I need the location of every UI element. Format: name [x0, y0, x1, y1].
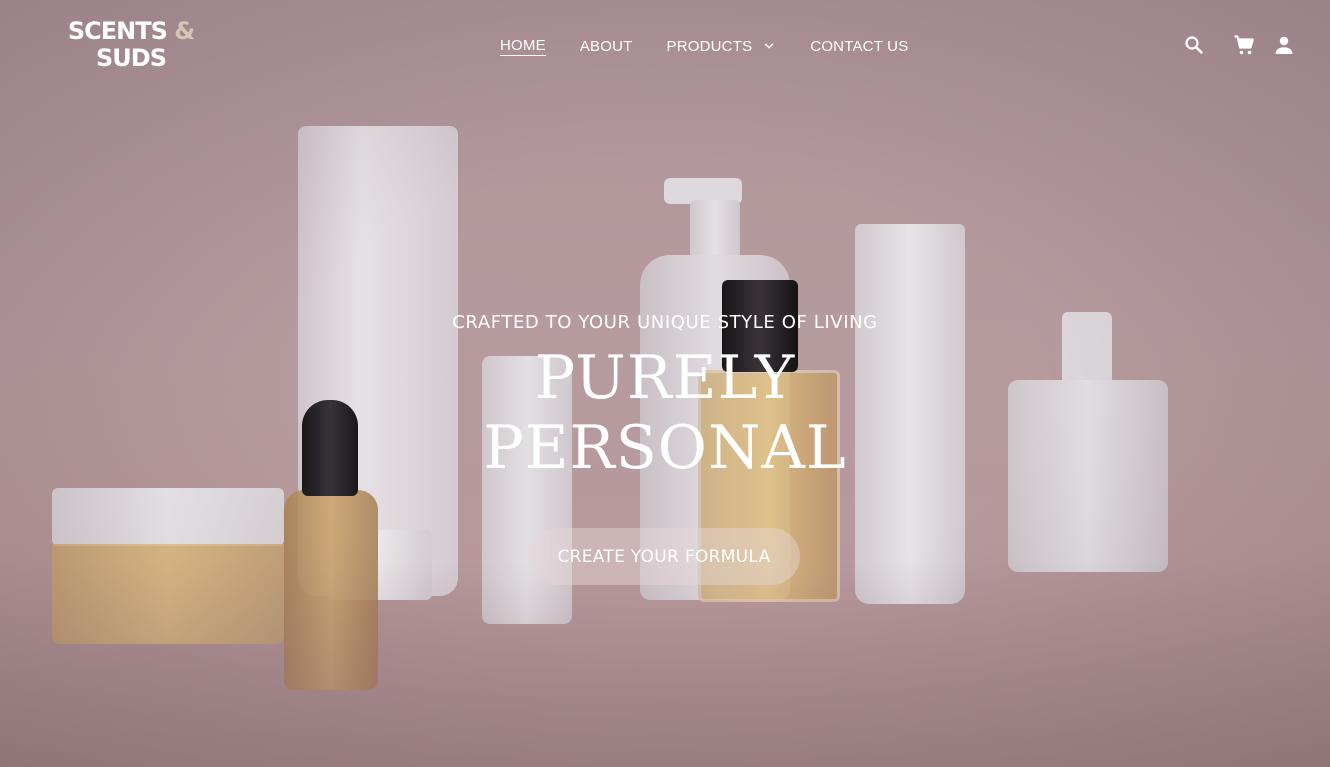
nav-products-label: PRODUCTS — [666, 37, 753, 55]
hero-tagline: CRAFTED TO YOUR UNIQUE STYLE OF LIVING — [452, 312, 878, 333]
logo-scents: SCENTS — [67, 17, 175, 45]
headline-line-1: PURELY — [534, 343, 796, 413]
nav-home[interactable]: HOME — [500, 37, 546, 56]
nav-products[interactable]: PRODUCTS — [667, 38, 777, 55]
header-icons — [1166, 33, 1296, 57]
nav-contact-label: CONTACT US — [810, 37, 909, 55]
hero-content: CRAFTED TO YOUR UNIQUE STYLE OF LIVING P… — [0, 312, 1330, 483]
logo-ampersand: & — [174, 17, 195, 45]
cart-icon[interactable] — [1232, 33, 1256, 57]
create-formula-button[interactable]: CREATE YOUR FORMULA — [528, 528, 800, 585]
nav-about[interactable]: ABOUT — [580, 38, 633, 55]
main-nav: HOME ABOUT PRODUCTS CONTACT US — [500, 35, 942, 57]
site-header: SCENTS & SUDS HOME ABOUT PRODUCTS CONTAC… — [0, 0, 1330, 90]
headline-line-2: PERSONAL — [483, 413, 847, 483]
search-icon[interactable] — [1182, 33, 1206, 57]
account-icon[interactable] — [1272, 33, 1296, 57]
logo-line-2: SUDS — [96, 44, 167, 72]
logo-line-1: SCENTS & — [66, 18, 196, 45]
brand-logo[interactable]: SCENTS & SUDS — [66, 18, 196, 72]
nav-contact[interactable]: CONTACT US — [810, 38, 908, 55]
hero-headline: PURELY PERSONAL — [0, 343, 1330, 483]
chevron-down-icon — [765, 43, 774, 49]
nav-about-label: ABOUT — [579, 37, 633, 55]
nav-home-label: HOME — [500, 36, 546, 54]
